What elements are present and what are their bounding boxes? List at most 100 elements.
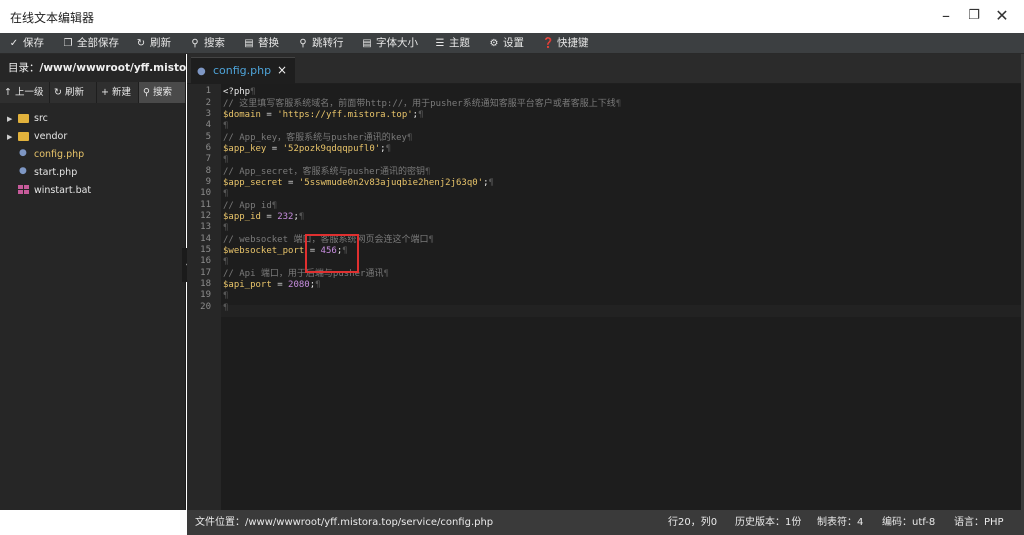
code-line-10: ¶ xyxy=(223,189,229,199)
code-line-13: ¶ xyxy=(223,223,229,233)
code-line-1: <?php¶ xyxy=(223,87,256,97)
line-number: 5 xyxy=(205,132,211,142)
code-line-20: ¶ xyxy=(223,303,229,313)
arrow-up-icon: ↑ xyxy=(4,87,12,98)
code-line-7: ¶ xyxy=(223,155,229,165)
replace-icon: ▤ xyxy=(244,38,254,49)
code-editor[interactable]: 1 2 3 4 5 6 7 8 9 10 11 12 13 14 15 16 1… xyxy=(187,84,1023,510)
line-number: 13 xyxy=(200,222,211,232)
minimize-icon[interactable]: – xyxy=(936,6,956,26)
language-mode[interactable]: 语言：PHP xyxy=(954,510,1004,535)
file-location: 文件位置：/www/wwwroot/yff.mistora.top/servic… xyxy=(195,517,494,528)
save-all-button[interactable]: ❐ 全部保存 xyxy=(62,33,119,54)
line-number: 14 xyxy=(200,234,211,244)
title-bar: 在线文本编辑器 – ❐ ✕ xyxy=(0,0,1024,33)
goto-icon: ⚲ xyxy=(299,38,307,49)
file-sidebar: 目录：/www/wwwroot/yff.mistora.t... ↑ 上一级 ↻… xyxy=(0,54,186,510)
editor-toolbar: ✓ 保存 ❐ 全部保存 ↻ 刷新 ⚲ 搜索 ▤ 替换 ⚲ 跳转行 ▤ 字体大小 ☰ 主题 ⚙ 设置… xyxy=(0,33,1024,54)
refresh-icon: ↻ xyxy=(54,87,62,98)
line-number: 2 xyxy=(205,98,211,108)
current-line-highlight xyxy=(221,305,1023,317)
status-bar: 文件位置：/www/wwwroot/yff.mistora.top/servic… xyxy=(187,510,1024,535)
line-number: 9 xyxy=(205,177,211,187)
code-line-4: ¶ xyxy=(223,121,229,131)
theme-icon: ☰ xyxy=(435,38,445,49)
php-file-icon: ● xyxy=(197,66,206,77)
line-number: 17 xyxy=(200,268,211,278)
plus-icon: + xyxy=(101,87,109,98)
goto-line-button[interactable]: ⚲ 跳转行 xyxy=(297,33,343,54)
php-file-icon: ● xyxy=(19,166,27,176)
code-line-18: $api_port = 2080;¶ xyxy=(223,280,321,290)
line-number: 16 xyxy=(200,256,211,266)
search-icon: ⚲ xyxy=(143,87,150,98)
tree-item-vendor[interactable]: ▶ vendor xyxy=(0,128,186,146)
close-icon[interactable]: ✕ xyxy=(992,6,1012,26)
file-tree: ▶ src ▶ vendor ● config.php ● start.php … xyxy=(0,110,186,200)
code-line-12: $app_id = 232;¶ xyxy=(223,212,305,222)
folder-icon xyxy=(18,114,29,123)
tab-size[interactable]: 制表符：4 xyxy=(817,510,863,535)
sidebar-actions: ↑ 上一级 ↻ 刷新 + 新建 ⚲ 搜索 xyxy=(0,82,186,103)
refresh-icon: ↻ xyxy=(136,38,146,49)
tab-config-php[interactable]: ● config.php × xyxy=(191,57,295,84)
directory-bar: 目录：/www/wwwroot/yff.mistora.t... xyxy=(0,54,186,82)
directory-path: /www/wwwroot/yff.mistora.t... xyxy=(39,62,187,74)
tree-item-config-php[interactable]: ● config.php xyxy=(0,146,186,164)
caret-right-icon: ▶ xyxy=(7,133,13,141)
line-number-gutter: 1 2 3 4 5 6 7 8 9 10 11 12 13 14 15 16 1… xyxy=(187,84,221,510)
line-number: 12 xyxy=(200,211,211,221)
sidebar-search-button[interactable]: ⚲ 搜索 xyxy=(139,82,186,103)
history-versions[interactable]: 历史版本：1份 xyxy=(735,510,801,535)
cursor-position: 行20，列0 xyxy=(668,517,718,528)
php-file-icon: ● xyxy=(19,148,27,158)
tree-item-src[interactable]: ▶ src xyxy=(0,110,186,128)
check-icon: ✓ xyxy=(9,38,19,49)
new-file-button[interactable]: + 新建 xyxy=(97,82,139,103)
caret-right-icon: ▶ xyxy=(7,115,13,123)
line-number: 19 xyxy=(200,290,211,300)
maximize-icon[interactable]: ❐ xyxy=(964,6,984,26)
search-button[interactable]: ⚲ 搜索 xyxy=(189,33,225,54)
directory-label: 目录： xyxy=(8,62,40,74)
line-number: 18 xyxy=(200,279,211,289)
line-number: 11 xyxy=(200,200,211,210)
line-number: 3 xyxy=(205,109,211,119)
font-size-button[interactable]: ▤ 字体大小 xyxy=(361,33,418,54)
tree-item-start-php[interactable]: ● start.php xyxy=(0,164,186,182)
annotation-highlight-box xyxy=(305,234,359,273)
save-button[interactable]: ✓ 保存 xyxy=(8,33,44,54)
line-number: 15 xyxy=(200,245,211,255)
encoding[interactable]: 编码：utf-8 xyxy=(882,510,935,535)
code-line-6: $app_key = '52pozk9qdqqpufl0';¶ xyxy=(223,144,392,154)
code-line-3: $domain = 'https://yff.mistora.top';¶ xyxy=(223,110,424,120)
line-number: 6 xyxy=(205,143,211,153)
shortcuts-button[interactable]: ❓ 快捷键 xyxy=(542,33,589,54)
code-line-19: ¶ xyxy=(223,291,229,301)
code-line-9: $app_secret = '5sswmude0n2v83ajuqbie2hen… xyxy=(223,178,494,188)
replace-button[interactable]: ▤ 替换 xyxy=(243,33,279,54)
code-area[interactable]: <?php¶ // 这里填写客服系统域名，前面带http://，用于pusher… xyxy=(221,84,1023,510)
line-number: 1 xyxy=(205,86,211,96)
line-number: 8 xyxy=(205,166,211,176)
go-up-button[interactable]: ↑ 上一级 xyxy=(0,82,50,103)
question-icon: ❓ xyxy=(542,38,555,49)
tree-item-winstart-bat[interactable]: winstart.bat xyxy=(0,182,186,200)
bat-file-icon xyxy=(18,185,29,194)
copy-icon: ❐ xyxy=(63,38,73,49)
editor-tabs: ● config.php × xyxy=(187,54,1024,84)
line-number: 4 xyxy=(205,120,211,130)
line-number: 7 xyxy=(205,154,211,164)
search-icon: ⚲ xyxy=(191,38,199,49)
theme-button[interactable]: ☰ 主题 xyxy=(434,33,470,54)
font-size-icon: ▤ xyxy=(362,38,372,49)
gear-icon: ⚙ xyxy=(489,38,499,49)
close-tab-icon[interactable]: × xyxy=(277,63,287,77)
refresh-button[interactable]: ↻ 刷新 xyxy=(135,33,171,54)
window-title: 在线文本编辑器 xyxy=(10,11,95,25)
code-line-16: ¶ xyxy=(223,257,229,267)
line-number: 10 xyxy=(200,188,211,198)
sidebar-refresh-button[interactable]: ↻ 刷新 xyxy=(50,82,97,103)
line-number: 20 xyxy=(200,302,211,312)
settings-button[interactable]: ⚙ 设置 xyxy=(488,33,524,54)
